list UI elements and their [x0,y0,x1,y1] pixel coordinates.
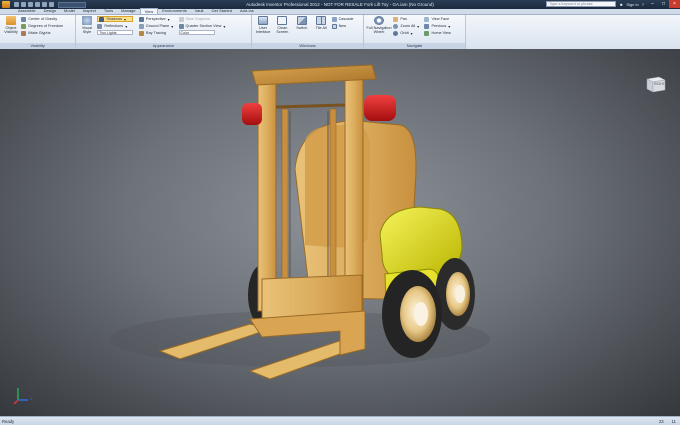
front-wheel-right [382,270,442,358]
material-dropdown[interactable] [58,1,86,8]
tab-vault[interactable]: Vault [191,8,208,14]
help-icon[interactable]: ? [642,2,644,7]
tile-all-button[interactable]: Tile All [312,16,330,30]
forklift-model [110,64,490,380]
tab-environments[interactable]: Environments [158,8,190,14]
ground-plane-button[interactable]: Ground Plane ▾ [138,23,173,29]
orbit-button[interactable]: Orbit ▾ [393,30,419,36]
color-dropdown[interactable]: Color [178,30,215,35]
tab-assemble[interactable]: Assemble [14,8,40,14]
object-visibility-icon [6,16,16,25]
sign-in-link[interactable]: Sign In [626,2,638,7]
pan-hand-icon [393,16,399,22]
axis-z-label: Z [30,396,33,401]
orbit-icon [393,30,399,36]
tab-view[interactable]: View [139,8,159,14]
tile-all-icon [316,16,327,25]
undo-icon[interactable] [35,2,40,7]
new-window-button[interactable]: New [331,23,354,29]
inventor-logo-icon [2,1,10,8]
status-text: Ready [2,418,15,424]
visual-style-button[interactable]: Visual Style [78,16,96,34]
object-visibility-button[interactable]: Object Visibility [2,16,20,34]
user-interface-icon [258,16,268,25]
previous-view-button[interactable]: Previous ▾ [424,23,450,29]
viewcube[interactable]: RIGHT [645,73,667,93]
visual-style-icon [82,16,92,25]
appearance-panel: Visual Style Shadows ▾ Reflections ▾ Two L… [76,15,252,49]
minimize-button[interactable]: – [647,0,658,8]
save-icon[interactable] [28,2,33,7]
zoom-icon [393,23,399,29]
graphics-viewport[interactable]: RIGHT Z [0,49,680,416]
imate-glyphs-button[interactable]: iMate Glyphs [21,30,63,36]
switch-window-button[interactable]: Switch [293,16,311,30]
view-face-button[interactable]: View Face [424,16,450,22]
user-icon[interactable]: ☻ [619,2,623,7]
degrees-of-freedom-button[interactable]: Degrees of Freedom [21,23,63,29]
ground-plane-icon [138,23,144,29]
previous-view-icon [424,23,430,29]
reflections-icon [97,23,103,29]
headlight-right [364,95,396,121]
slice-graphics-button[interactable]: Slice Graphics [178,16,226,22]
tab-manage[interactable]: Manage [117,8,139,14]
ray-tracing-icon [138,30,144,36]
degrees-of-freedom-icon [21,23,27,29]
perspective-button[interactable]: Perspective ▾ [138,16,173,22]
imate-glyphs-icon [21,30,27,36]
shadows-icon [99,16,105,22]
quarter-section-icon [178,23,184,29]
ribbon-empty-area [466,15,680,49]
perspective-icon [138,16,144,22]
ray-tracing-button[interactable]: Ray Tracing [138,30,173,36]
new-file-icon[interactable] [14,2,19,7]
windows-panel: User Interface Clean Screen Switch Tile … [252,15,364,49]
axis-triad: Z [12,385,36,407]
status-count-documents: 11 [671,419,676,424]
zoom-all-button[interactable]: Zoom All ▾ [393,23,419,29]
full-navigation-wheel-button[interactable]: Full Navigation Wheel [366,16,392,34]
center-of-gravity-button[interactable]: Center of Gravity [21,16,63,22]
tab-add-ins[interactable]: Add-Ins [236,8,258,14]
viewcube-face-label: RIGHT [654,82,665,86]
shadows-button[interactable]: Shadows ▾ [97,16,134,22]
home-view-icon [424,30,430,36]
navigate-panel: Full Navigation Wheel Pan Zoom All ▾ Orbi… [364,15,466,49]
tab-inspect[interactable]: Inspect [79,8,100,14]
status-count-occurrences: 23 [658,419,664,424]
cascade-icon [331,16,337,22]
cascade-button[interactable]: Cascade [331,16,354,22]
open-file-icon[interactable] [21,2,26,7]
lighting-style-dropdown[interactable]: Two Lights [97,30,134,35]
tab-design[interactable]: Design [40,8,60,14]
navigation-wheel-icon [374,16,384,25]
pan-button[interactable]: Pan [393,16,419,22]
home-icon[interactable] [49,2,54,7]
clean-screen-icon [277,16,288,25]
redo-icon[interactable] [42,2,47,7]
view-face-icon [424,16,430,22]
quick-access-toolbar [14,2,54,7]
tab-tools[interactable]: Tools [100,8,117,14]
reflections-button[interactable]: Reflections ▾ [97,23,133,29]
center-of-gravity-icon [21,16,27,22]
ribbon: Object Visibility Center of Gravity Degr… [0,15,680,49]
user-interface-button[interactable]: User Interface [254,16,272,34]
new-window-icon [331,23,337,29]
home-view-button[interactable]: Home View [424,30,451,36]
headlight-left [242,103,262,125]
application-menu-button[interactable] [0,0,12,9]
clean-screen-button[interactable]: Clean Screen [273,16,291,34]
close-button[interactable]: × [669,0,680,8]
status-bar: Ready 23 11 [0,416,680,425]
help-search-input[interactable]: Type a keyword or phrase [546,1,617,7]
quarter-section-view-button[interactable]: Quarter Section View ▾ [178,23,225,29]
tab-get-started[interactable]: Get Started [208,8,236,14]
switch-window-icon [296,16,307,25]
maximize-button[interactable]: □ [658,0,669,8]
visibility-panel: Object Visibility Center of Gravity Degr… [0,15,76,49]
tab-model[interactable]: Model [60,8,79,14]
slice-graphics-icon [178,16,184,22]
